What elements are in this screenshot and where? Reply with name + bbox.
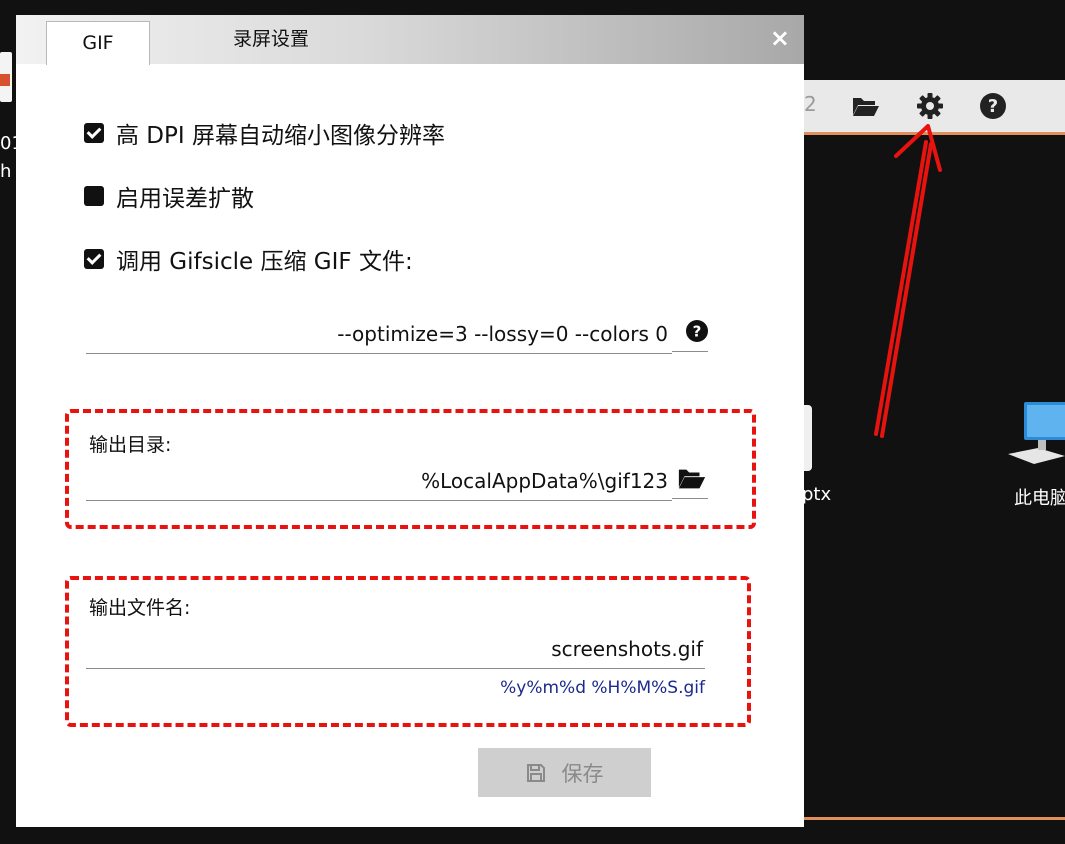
option-dpi-downscale[interactable]: 高 DPI 屏幕自动缩小图像分辨率: [84, 116, 445, 150]
checkbox-gifsicle[interactable]: [84, 249, 104, 269]
filename-format-hint: %y%m%d %H%M%S.gif: [500, 678, 705, 698]
save-icon: [526, 763, 545, 782]
computer-icon[interactable]: [1008, 400, 1065, 470]
save-button[interactable]: 保存: [478, 748, 651, 797]
browse-underline: [672, 498, 708, 499]
output-filename-underline: [86, 668, 705, 669]
option-label: 调用 Gifsicle 压缩 GIF 文件:: [116, 249, 413, 275]
dialog-titlebar: GIF 录屏设置 ×: [16, 15, 804, 65]
folder-open-icon[interactable]: [677, 466, 707, 492]
file-icon[interactable]: [0, 52, 12, 102]
settings-dialog: GIF 录屏设置 × 高 DPI 屏幕自动缩小图像分辨率 启用误差扩散 调用 G…: [16, 15, 804, 827]
toolbar-fragment-text: 2: [804, 92, 817, 116]
gifsicle-args-input[interactable]: --optimize=3 --lossy=0 --colors 0: [86, 322, 668, 346]
desktop-computer-label: 此电脑: [1014, 488, 1065, 509]
close-button[interactable]: ×: [770, 23, 790, 53]
output-filename-label: 输出文件名:: [89, 597, 191, 619]
desktop-edge: 01 h: [0, 40, 23, 190]
output-filename-input[interactable]: screenshots.gif: [86, 637, 703, 661]
help-icon[interactable]: ?: [682, 318, 712, 344]
option-label: 高 DPI 屏幕自动缩小图像分辨率: [116, 123, 445, 149]
save-button-label: 保存: [561, 761, 604, 786]
background-accent-line: [804, 817, 1065, 820]
option-gifsicle[interactable]: 调用 Gifsicle 压缩 GIF 文件:: [84, 242, 413, 276]
gifsicle-help-underline: [672, 351, 708, 352]
svg-text:?: ?: [988, 96, 998, 117]
tab-recording-settings[interactable]: 录屏设置: [206, 15, 336, 64]
output-dir-underline: [86, 500, 672, 501]
annotation-arrow: [874, 124, 942, 438]
desktop-file-icon[interactable]: [804, 405, 812, 471]
checkbox-error-diffusion[interactable]: [84, 186, 104, 206]
checkbox-dpi-downscale[interactable]: [84, 123, 104, 143]
option-error-diffusion[interactable]: 启用误差扩散: [84, 179, 254, 213]
svg-text:?: ?: [693, 323, 702, 341]
desktop-edge-text: h: [0, 161, 12, 182]
help-icon[interactable]: ?: [977, 90, 1009, 122]
gifsicle-args-underline: [86, 353, 672, 354]
tab-gif[interactable]: GIF: [46, 21, 150, 65]
desktop-file-label: ptx: [802, 484, 832, 505]
output-dir-label: 输出目录:: [89, 434, 172, 456]
option-label: 启用误差扩散: [116, 186, 254, 212]
output-dir-input[interactable]: %LocalAppData%\gif123: [86, 469, 668, 493]
